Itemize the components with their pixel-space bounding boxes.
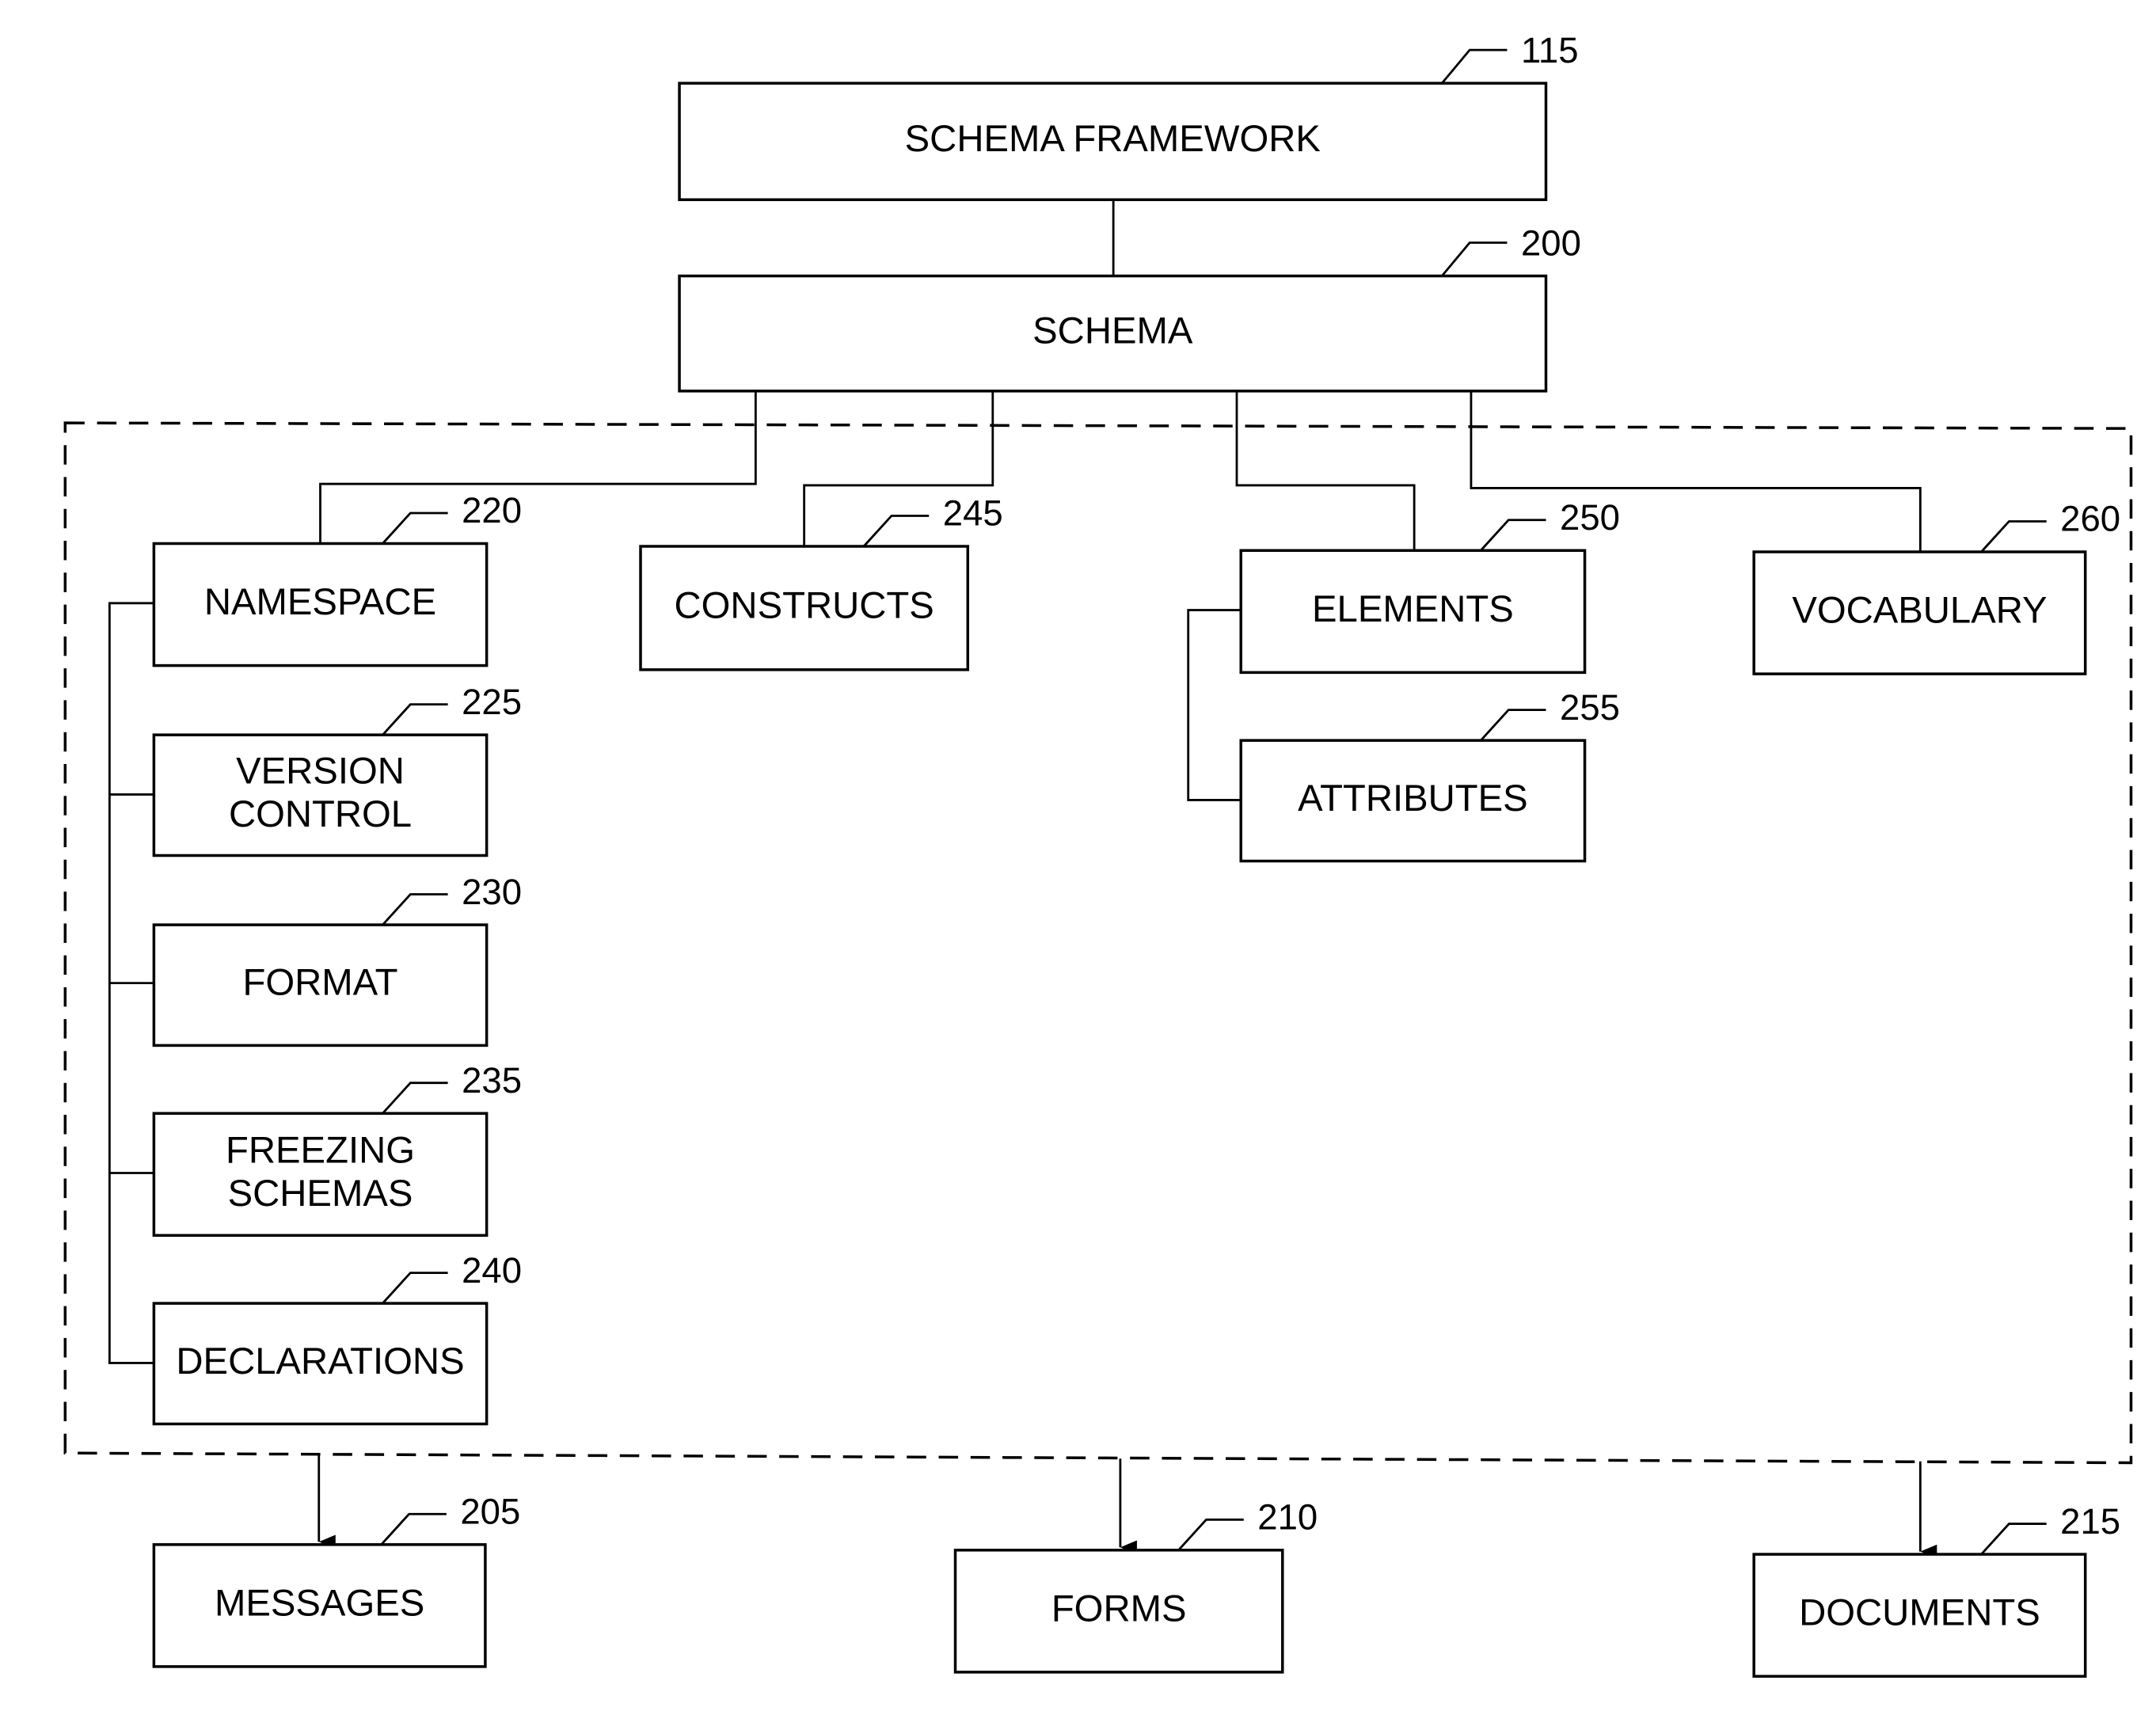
node-label: SCHEMA — [1032, 310, 1193, 352]
reference-leader-line — [1480, 519, 1546, 552]
reference-leader-line — [382, 1272, 448, 1305]
node-forms: FORMS 210 — [953, 1497, 1318, 1674]
reference-number: 260 — [2060, 499, 2120, 539]
reference-number: 205 — [460, 1492, 520, 1532]
node-label: DECLARATIONS — [176, 1340, 464, 1382]
node-schema: SCHEMA 200 — [678, 222, 1581, 393]
node-label: VOCABULARY — [1792, 590, 2047, 632]
node-label: DOCUMENTS — [1799, 1592, 2040, 1634]
reference-number: 250 — [1560, 497, 1620, 538]
node-label: CONTROL — [229, 793, 412, 835]
reference-leader-line — [382, 893, 448, 926]
reference-number: 115 — [1521, 30, 1579, 70]
node-label: MESSAGES — [215, 1582, 424, 1624]
node-attributes: ATTRIBUTES 255 — [1239, 687, 1620, 863]
node-label: FREEZING — [226, 1130, 415, 1172]
reference-number: 240 — [462, 1250, 522, 1291]
node-vocabulary: VOCABULARY 260 — [1752, 499, 2120, 675]
reference-leader-line — [380, 1512, 447, 1546]
reference-number: 220 — [462, 490, 522, 530]
reference-leader-line — [1441, 241, 1508, 277]
reference-leader-line — [1441, 48, 1508, 85]
node-label: FORMAT — [242, 962, 397, 1004]
reference-leader-line — [862, 515, 930, 547]
node-version-control: VERSIONCONTROL 225 — [152, 682, 522, 857]
reference-number: 215 — [2060, 1501, 2120, 1542]
reference-leader-line — [1980, 1523, 2047, 1556]
node-framework: SCHEMA FRAMEWORK 115 — [678, 30, 1579, 201]
node-namespace: NAMESPACE 220 — [152, 490, 522, 667]
reference-leader-line — [1480, 709, 1546, 742]
node-label: SCHEMAS — [228, 1173, 413, 1215]
node-label: SCHEMA FRAMEWORK — [905, 118, 1321, 160]
schema-diagram: SCHEMA FRAMEWORK 115 SCHEMA 200 NAMESPACE 220… — [63, 30, 2133, 1678]
node-label: ATTRIBUTES — [1298, 778, 1528, 819]
reference-number: 210 — [1257, 1497, 1318, 1538]
node-declarations: DECLARATIONS 240 — [152, 1250, 522, 1426]
reference-leader-line — [1177, 1518, 1244, 1551]
reference-number: 225 — [462, 682, 522, 722]
reference-number: 245 — [943, 493, 1003, 534]
node-documents: DOCUMENTS 215 — [1752, 1501, 2120, 1678]
node-constructs: CONSTRUCTS 245 — [639, 493, 1003, 671]
node-label: VERSION — [236, 751, 405, 793]
node-label: CONSTRUCTS — [675, 584, 934, 626]
reference-number: 230 — [462, 872, 522, 912]
node-label: FORMS — [1051, 1587, 1187, 1629]
reference-number: 235 — [462, 1060, 522, 1101]
reference-leader-line — [1980, 520, 2047, 553]
reference-leader-line — [382, 511, 448, 545]
node-label: ELEMENTS — [1312, 588, 1514, 630]
reference-leader-line — [382, 703, 448, 736]
node-messages: MESSAGES 205 — [152, 1492, 520, 1668]
reference-leader-line — [382, 1082, 448, 1115]
node-label: NAMESPACE — [204, 581, 436, 623]
reference-number: 255 — [1560, 687, 1620, 728]
reference-number: 200 — [1521, 222, 1581, 263]
node-elements: ELEMENTS 250 — [1239, 497, 1620, 675]
node-freezing-schemas: FREEZINGSCHEMAS 235 — [152, 1060, 522, 1238]
node-format: FORMAT 230 — [152, 872, 522, 1048]
